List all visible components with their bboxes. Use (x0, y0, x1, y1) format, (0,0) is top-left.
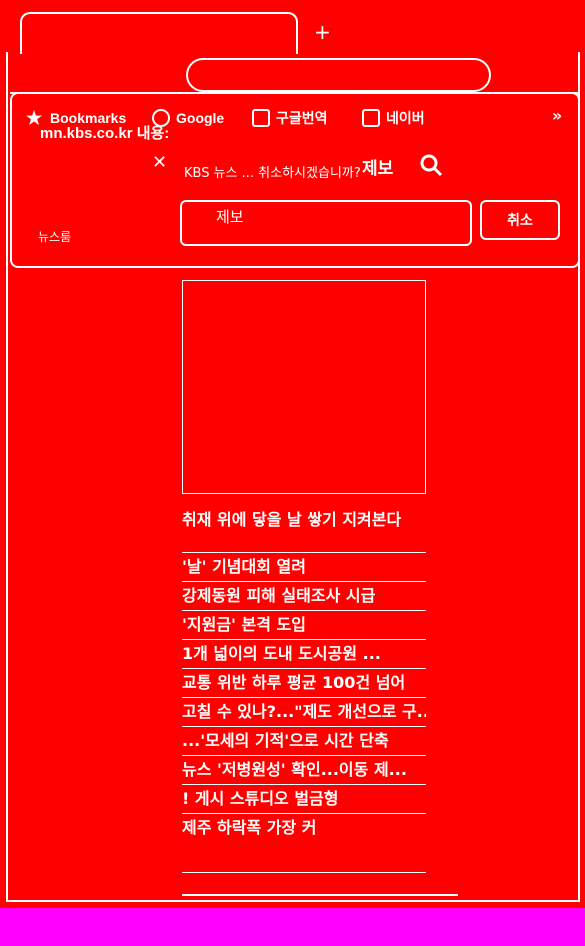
dialog-site: mn.kbs.co.kr 내용: (40, 125, 170, 142)
browser-tab[interactable] (20, 12, 298, 54)
footer-bar (182, 894, 458, 904)
news-item[interactable]: 고칠 수 있나?..."제도 개선으로 구... (182, 697, 426, 726)
confirm-dialog: mn.kbs.co.kr 내용: ✕ KBS 뉴스 ... 취소하시겠습니까? … (10, 92, 580, 268)
close-icon[interactable]: ✕ (152, 152, 167, 173)
news-item[interactable]: ...'모세의 기적'으로 시간 단축 (182, 726, 426, 755)
browser-window: + ★ Bookmarks Google 구글번역 네이버 » 제보 mn.kb… (0, 0, 585, 908)
news-item[interactable]: 뉴스 '저병원성' 확인...이동 제... (182, 755, 426, 784)
news-list: '날' 기념대회 열려 강제동원 피해 실태조사 시급 '지원금' 본격 도입 … (182, 552, 426, 842)
news-item[interactable]: 교통 위반 하루 평균 100건 넘어 (182, 668, 426, 697)
news-item[interactable]: 강제동원 피해 실태조사 시급 (182, 581, 426, 610)
new-tab-button[interactable]: + (314, 20, 331, 44)
news-item[interactable]: 제주 하락폭 가장 커 (182, 813, 426, 842)
dialog-message: KBS 뉴스 ... 취소하시겠습니까? (184, 166, 361, 181)
news-item[interactable]: '지원금' 본격 도입 (182, 610, 426, 639)
dialog-confirm-label: 제보 (216, 208, 244, 226)
news-item[interactable]: '날' 기념대회 열려 (182, 552, 426, 581)
feature-image[interactable] (182, 280, 426, 494)
feature-title[interactable]: 취재 위에 닿을 날 쌓기 지켜본다 (182, 506, 428, 530)
list-divider (182, 872, 426, 873)
dialog-cancel-button[interactable]: 취소 (480, 200, 560, 240)
newsroom-label: 뉴스룸 (38, 230, 72, 244)
news-item[interactable]: 1개 넓이의 도내 도시공원 ... (182, 639, 426, 668)
news-item[interactable]: ! 게시 스튜디오 벌금형 (182, 784, 426, 813)
